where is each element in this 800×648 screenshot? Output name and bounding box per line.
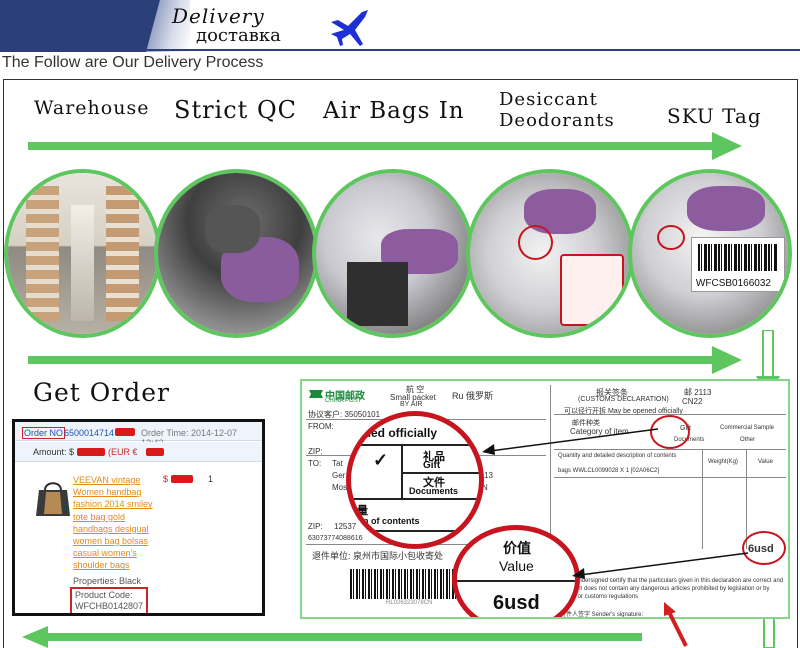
pointer-arrow-value xyxy=(572,552,749,579)
to-address-line: Mos xyxy=(332,483,348,492)
pointer-arrow-category xyxy=(482,428,659,455)
tracking-number: RL026323078CN xyxy=(386,600,433,606)
redaction-mark xyxy=(77,448,105,456)
order-panel: Order NO 6500014714 Order Time: 2014-12-… xyxy=(12,419,265,616)
item-description: bags WWLCL0099028 X 1 [02A06C2] xyxy=(558,468,660,474)
to-address-line: Ger xyxy=(332,471,346,480)
get-order-title: Get Order xyxy=(33,378,170,407)
order-no-value[interactable]: 6500014714 xyxy=(64,428,114,438)
strict-qc-photo xyxy=(154,169,319,338)
redaction-mark xyxy=(115,428,135,436)
zoom-officially: ened officially xyxy=(357,426,438,440)
sku-tag-photo: WFCSB0166032 xyxy=(628,169,792,338)
value-small: 6usd xyxy=(748,543,774,555)
zoom-gift: Gift xyxy=(423,460,441,471)
process-arrow-bottom xyxy=(22,626,642,648)
step-label-warehouse: Warehouse xyxy=(34,97,150,119)
step-label-strict-qc: Strict QC xyxy=(174,96,297,124)
amount-currency: (EUR € xyxy=(108,447,138,457)
airplane-icon xyxy=(331,10,368,46)
sender-unit: 退件单位: 泉州市国际小包收寄处 xyxy=(312,551,444,561)
item-properties: Properties: Black xyxy=(73,576,142,586)
amount-row: Amount: $ (EUR € xyxy=(15,442,262,462)
commercial-sample-label: Commercial Sample xyxy=(720,425,775,431)
amount-label: Amount: $ xyxy=(33,447,75,457)
zoom-documents: Documents xyxy=(409,486,459,496)
redaction-mark xyxy=(146,448,164,456)
delivery-banner: Delivery доставка xyxy=(0,0,800,52)
step-label-desiccant: Desiccant xyxy=(499,89,598,110)
desiccant-photo xyxy=(466,169,634,338)
order-header: Order NO 6500014714 Order Time: 2014-12-… xyxy=(15,422,262,448)
item-title-link[interactable]: VEEVAN vintage Women handbag fashion 201… xyxy=(73,474,161,572)
handbag-thumbnail xyxy=(36,482,70,516)
order-no-label: Order NO xyxy=(22,427,66,439)
step-label-air-bags: Air Bags In xyxy=(323,98,465,124)
sku-code-text: WFCSB0166032 xyxy=(695,278,771,290)
step-label-deodorants: Deodorants xyxy=(499,110,615,131)
step-label-sku-tag: SKU Tag xyxy=(667,104,762,128)
zoom-check: ✓ xyxy=(373,450,389,470)
process-arrow-top xyxy=(28,132,742,160)
zoom-value: Value xyxy=(499,558,534,574)
banner-subtitle: доставка xyxy=(196,25,281,46)
category-zoom-circle: ened officially ✓ 礼品 Gift 文件 Documents 量… xyxy=(346,411,484,549)
sku-barcode xyxy=(697,243,779,272)
banner-divider xyxy=(0,49,800,51)
sender-signature: 寄件人签字 Sender's signature: xyxy=(560,612,644,618)
zoom-contents: ion of contents xyxy=(355,516,420,526)
to-label: TO: xyxy=(308,459,322,468)
item-quantity: 1 xyxy=(208,474,214,484)
cn22-label: CN22 xyxy=(682,397,703,406)
destination-label: Ru 俄罗斯 xyxy=(452,391,494,401)
product-code-label: Product Code: xyxy=(75,590,133,600)
redaction-mark xyxy=(171,475,193,483)
certify-text: I, the undersigned certify that the part… xyxy=(560,578,784,600)
value-label: Value xyxy=(758,459,773,465)
intro-text: The Follow are Our Delivery Process xyxy=(2,54,264,71)
zoom-amount: 6usd xyxy=(493,592,540,614)
weight-label: Weight(Kg) xyxy=(708,459,738,465)
product-code-value: WFCHB0142807 xyxy=(75,601,144,611)
air-bags-photo xyxy=(312,169,474,338)
warehouse-photo xyxy=(4,169,161,338)
value-zoom-circle: 价值 Value 6usd xyxy=(452,525,580,617)
phone-value: 63073774088616 xyxy=(308,535,363,542)
customs-title-en: (CUSTOMS DECLARATION) xyxy=(578,396,669,403)
process-arrow-middle xyxy=(28,346,742,374)
zip-label-to: ZIP: xyxy=(308,522,323,531)
product-code-box: Product Code: WFCHB0142807 xyxy=(70,587,149,613)
sku-tag-label: WFCSB0166032 xyxy=(691,237,785,293)
item-price: $ xyxy=(163,474,169,484)
by-air: BY AIR xyxy=(400,401,423,408)
to-address-line: Tat xyxy=(332,459,343,468)
from-label: FROM: xyxy=(308,422,334,431)
zoom-value-cn: 价值 xyxy=(503,540,531,556)
customs-declaration-form: 中国邮政 CHINA POST 航 空 Small packet BY AIR … xyxy=(300,379,790,619)
other-label: Other xyxy=(740,437,756,443)
china-post-en: CHINA POST xyxy=(325,398,362,404)
red-pointer-arrow xyxy=(664,602,688,647)
china-post-logo-icon xyxy=(309,390,323,398)
